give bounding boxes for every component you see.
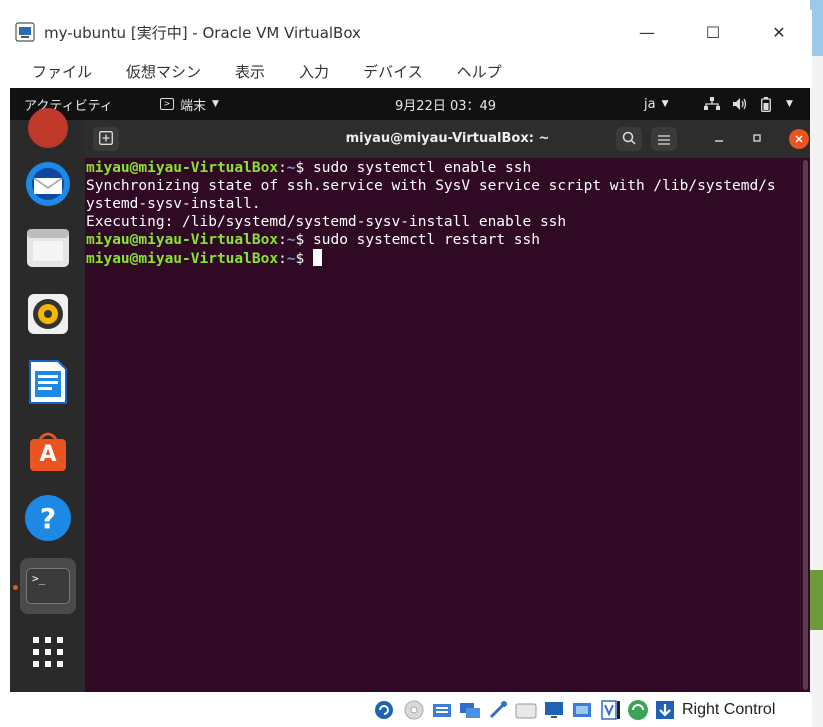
battery-icon[interactable] [761, 88, 771, 120]
dock-app-help[interactable]: ? [20, 490, 76, 546]
menu-help[interactable]: ヘルプ [445, 61, 514, 82]
prompt-user: miyau@miyau-VirtualBox [86, 232, 279, 248]
dock-app-terminal[interactable]: >_ [20, 558, 76, 614]
prompt-path: ~ [286, 160, 296, 176]
input-method-menu[interactable]: ja ▼ [644, 88, 669, 120]
grid-icon [32, 636, 64, 672]
dock-app-partial[interactable] [20, 100, 76, 156]
display-icon[interactable] [542, 699, 566, 721]
optical-drive-icon[interactable] [402, 699, 426, 721]
maximize-icon [752, 132, 762, 146]
usb-icon[interactable] [486, 699, 510, 721]
menu-view[interactable]: 表示 [223, 61, 277, 82]
show-applications-button[interactable] [20, 626, 76, 682]
folder-icon [25, 225, 71, 273]
prompt-dollar: $ [295, 160, 313, 176]
minimize-button[interactable]: — [614, 10, 680, 54]
prompt-dollar: $ [295, 232, 313, 248]
prompt-dollar: $ [295, 251, 313, 267]
prompt-path: ~ [286, 232, 296, 248]
terminal-scrollbar[interactable] [800, 158, 810, 692]
running-indicator [13, 585, 18, 590]
close-button[interactable]: ✕ [746, 10, 812, 54]
help-icon: ? [25, 495, 71, 541]
virtualbox-logo-icon [14, 21, 36, 43]
menu-machine[interactable]: 仮想マシン [114, 61, 213, 82]
app-menu-label: 端末 [180, 98, 207, 114]
dock-app-writer[interactable] [20, 356, 76, 412]
dock-app-rhythmbox[interactable] [20, 288, 76, 344]
terminal-body[interactable]: miyau@miyau-VirtualBox:~$ sudo systemctl… [85, 158, 800, 692]
hard-disk-icon[interactable] [372, 699, 396, 721]
menu-file[interactable]: ファイル [20, 61, 104, 82]
video-capture-icon[interactable] [570, 699, 594, 721]
clock[interactable]: 9月22日 03：49 [395, 88, 496, 120]
terminal-output-line: Synchronizing state of ssh.service with … [86, 178, 776, 194]
terminal-line: miyau@miyau-VirtualBox:~$ sudo systemctl… [86, 159, 531, 177]
network-adapter-icon[interactable] [458, 699, 482, 721]
dock-app-thunderbird[interactable] [20, 158, 76, 214]
terminal-icon: >_ [26, 568, 70, 604]
host-key-label: Right Control [682, 701, 776, 718]
system-menu-chevron-icon[interactable]: ▼ [786, 88, 793, 120]
chevron-down-icon: ▼ [212, 99, 219, 109]
virtualization-icon[interactable] [598, 699, 622, 721]
desktop-wallpaper-grass [810, 570, 823, 630]
host-desktop [810, 0, 823, 727]
mouse-integration-icon[interactable] [626, 699, 650, 721]
prompt-separator: : [278, 160, 287, 176]
software-icon-letter: A [39, 442, 57, 467]
speaker-icon [26, 292, 70, 340]
terminal-small-icon: > [160, 98, 174, 110]
prompt-user: miyau@miyau-VirtualBox [86, 251, 279, 267]
terminal-maximize-button[interactable] [744, 127, 770, 151]
mail-icon [24, 160, 72, 212]
prompt-separator: : [278, 232, 287, 248]
dock-app-software[interactable]: A [20, 423, 76, 479]
maximize-button[interactable]: ☐ [680, 10, 746, 54]
dock-app-files[interactable] [20, 221, 76, 277]
command-text: sudo systemctl enable ssh [313, 160, 532, 176]
chevron-down-icon: ▼ [661, 99, 669, 109]
prompt-path: ~ [286, 251, 296, 267]
terminal-title: miyau@miyau-VirtualBox: ~ [345, 131, 550, 146]
prompt-user: miyau@miyau-VirtualBox [86, 160, 279, 176]
search-button[interactable] [616, 127, 642, 151]
shopping-bag-icon: A [26, 429, 70, 473]
minimize-icon [714, 132, 724, 146]
scrollbar-thumb[interactable] [803, 160, 808, 690]
gnome-topbar: アクティビティ > 端末 ▼ 9月22日 03：49 ja ▼ ▼ [10, 88, 810, 120]
audio-icon[interactable] [430, 699, 454, 721]
command-text: sudo systemctl restart ssh [313, 232, 540, 248]
vbox-menubar: ファイル 仮想マシン 表示 入力 デバイス ヘルプ [10, 54, 812, 88]
prompt-separator: : [278, 251, 287, 267]
hamburger-menu-icon [658, 130, 670, 149]
shared-folders-icon[interactable] [514, 699, 538, 721]
volume-icon[interactable] [732, 88, 748, 120]
vbox-statusbar: Right Control [10, 692, 812, 727]
terminal-headerbar[interactable]: miyau@miyau-VirtualBox: ~ [85, 120, 810, 158]
keyboard-capture-icon[interactable] [653, 699, 677, 721]
terminal-output-line: Executing: /lib/systemd/systemd-sysv-ins… [86, 214, 567, 230]
terminal-line: miyau@miyau-VirtualBox:~$ [86, 249, 322, 268]
search-icon [622, 130, 636, 149]
menu-devices[interactable]: デバイス [351, 61, 435, 82]
terminal-line: miyau@miyau-VirtualBox:~$ sudo systemctl… [86, 231, 540, 249]
network-icon[interactable] [704, 88, 720, 120]
text-cursor [313, 249, 322, 266]
dock: A ? >_ [10, 108, 85, 692]
hamburger-menu-button[interactable] [651, 127, 677, 151]
document-icon [28, 359, 68, 409]
window-title: my-ubuntu [実行中] - Oracle VM VirtualBox [44, 23, 361, 42]
terminal-close-button[interactable] [789, 129, 809, 149]
terminal-minimize-button[interactable] [706, 127, 732, 151]
input-method-label: ja [644, 96, 656, 112]
close-icon [795, 132, 803, 147]
window-titlebar[interactable]: my-ubuntu [実行中] - Oracle VM VirtualBox —… [10, 10, 812, 54]
terminal-output-line: ystemd-sysv-install. [86, 196, 261, 212]
guest-display[interactable]: アクティビティ > 端末 ▼ 9月22日 03：49 ja ▼ ▼ A ? >_… [10, 88, 810, 692]
menu-input[interactable]: 入力 [287, 61, 341, 82]
app-menu[interactable]: > 端末 ▼ [160, 88, 219, 120]
